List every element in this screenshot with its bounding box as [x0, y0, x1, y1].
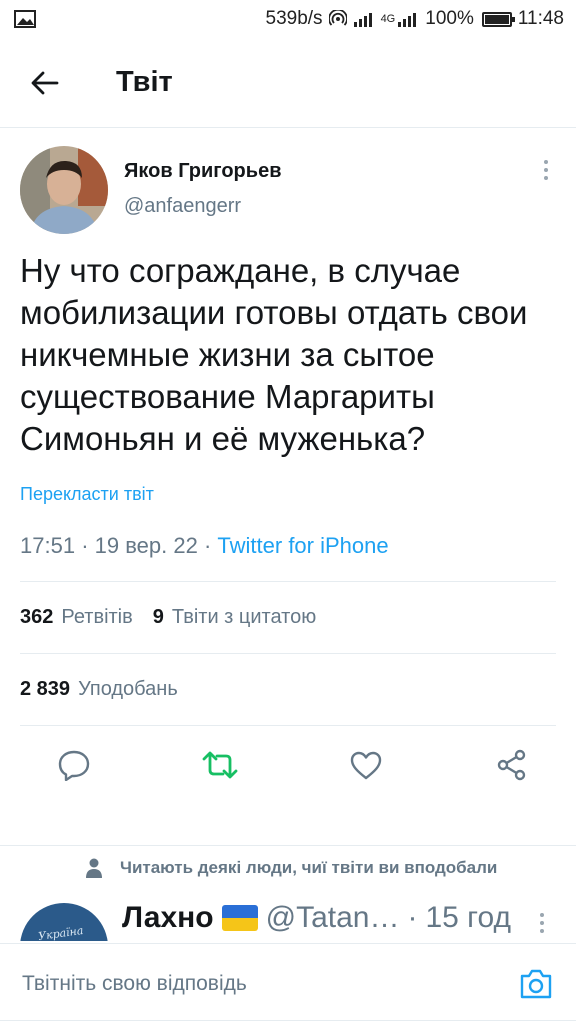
- signal-4g-icon: [398, 13, 417, 27]
- author-handle[interactable]: @anfaengerr: [124, 195, 282, 218]
- camera-button[interactable]: [518, 966, 554, 1002]
- more-dot-icon: [544, 176, 548, 180]
- retweet-button[interactable]: [198, 743, 242, 787]
- likes-count: 2 839: [20, 678, 71, 700]
- share-button[interactable]: [490, 743, 534, 787]
- section-divider: [0, 845, 576, 846]
- tweet-source-link[interactable]: Twitter for iPhone: [217, 533, 388, 558]
- heart-icon: [350, 751, 382, 780]
- reply-button[interactable]: [52, 743, 96, 787]
- ukraine-flag-icon: [221, 905, 258, 931]
- author-avatar-image: [20, 146, 108, 234]
- author-avatar[interactable]: [20, 146, 108, 234]
- more-dot-icon: [540, 921, 544, 925]
- page-title: Твіт: [116, 66, 173, 98]
- bottom-divider: [0, 1020, 576, 1021]
- tweet-text: Ну что сограждане, в случае мобилизации …: [20, 252, 528, 457]
- battery-percent: 100%: [425, 8, 474, 29]
- tweet-author-row: Яков Григорьев @anfaengerr: [20, 146, 556, 242]
- reply-header: Лахно @Tatan… · 15 год: [122, 901, 511, 935]
- likes-stats-row: 2 839 Уподобань: [20, 654, 556, 725]
- reply-separator: ·: [407, 901, 418, 934]
- likes-label: Уподобань: [78, 678, 178, 700]
- signal-icon: [353, 13, 372, 27]
- hotspot-icon: [328, 10, 347, 26]
- meta-separator: ·: [81, 533, 89, 558]
- like-button[interactable]: [344, 743, 388, 787]
- clock: 11:48: [517, 8, 564, 29]
- retweet-stats-row: 362 Ретвітів 9 Твіти з цитатою: [20, 582, 556, 653]
- tweet-meta: 17:51 · 19 вер. 22 · Twitter for iPhone: [20, 533, 556, 559]
- top-app-bar: Твіт: [0, 38, 576, 128]
- reply-tweet[interactable]: Україна Лахно @Tatan… · 15 год: [0, 895, 576, 941]
- tweet-detail: Яков Григорьев @anfaengerr Ну что сограж…: [20, 146, 556, 804]
- reply-author-name[interactable]: Лахно: [122, 901, 214, 935]
- reply-input[interactable]: Твітніть свою відповідь: [22, 972, 518, 996]
- social-context-text: Читають деякі люди, чиї твіти ви вподоба…: [120, 858, 498, 877]
- more-dot-icon: [544, 160, 548, 164]
- tweet-actions-bar: [20, 726, 556, 804]
- status-bar: 539b/s 4G 100% 11:48: [0, 0, 576, 38]
- share-icon: [497, 749, 526, 781]
- author-name[interactable]: Яков Григорьев: [124, 160, 282, 183]
- tweet-time: 17:51: [20, 533, 76, 558]
- back-button[interactable]: [0, 38, 90, 128]
- translate-tweet-link[interactable]: Перекласти твіт: [20, 484, 154, 505]
- battery-icon: [481, 11, 515, 27]
- more-options-button[interactable]: [536, 160, 556, 180]
- tweet-date: 19 вер. 22: [94, 533, 198, 558]
- camera-icon: [520, 969, 552, 999]
- network-type: 4G: [380, 13, 396, 25]
- meta-separator: ·: [203, 533, 212, 558]
- reply-age: 15 год: [425, 901, 511, 934]
- avatar-handwriting: Україна: [37, 923, 85, 941]
- reply-more-button[interactable]: [540, 913, 544, 933]
- reply-avatar[interactable]: Україна: [20, 903, 108, 941]
- more-dot-icon: [544, 168, 548, 172]
- likes-stat[interactable]: 2 839 Уподобань: [20, 678, 178, 701]
- person-icon: [86, 858, 102, 878]
- quotes-count: 9: [152, 606, 164, 628]
- retweets-label: Ретвітів: [61, 606, 133, 628]
- reply-author-handle[interactable]: @Tatan…: [266, 901, 400, 935]
- retweets-count: 362: [20, 606, 54, 628]
- network-speed: 539b/s: [265, 8, 323, 29]
- more-dot-icon: [540, 929, 544, 933]
- arrow-left-icon: [31, 71, 59, 94]
- reply-compose-bar: Твітніть свою відповідь: [0, 943, 576, 1024]
- retweets-stat[interactable]: 362 Ретвітів: [20, 606, 133, 629]
- retweet-icon: [202, 751, 238, 779]
- quotes-stat[interactable]: 9 Твіти з цитатою: [153, 606, 316, 629]
- quotes-label: Твіти з цитатою: [171, 606, 317, 628]
- social-context: Читають деякі люди, чиї твіти ви вподоба…: [86, 858, 497, 878]
- more-dot-icon: [540, 913, 544, 917]
- image-notification-icon: [14, 10, 36, 28]
- reply-icon: [58, 750, 90, 781]
